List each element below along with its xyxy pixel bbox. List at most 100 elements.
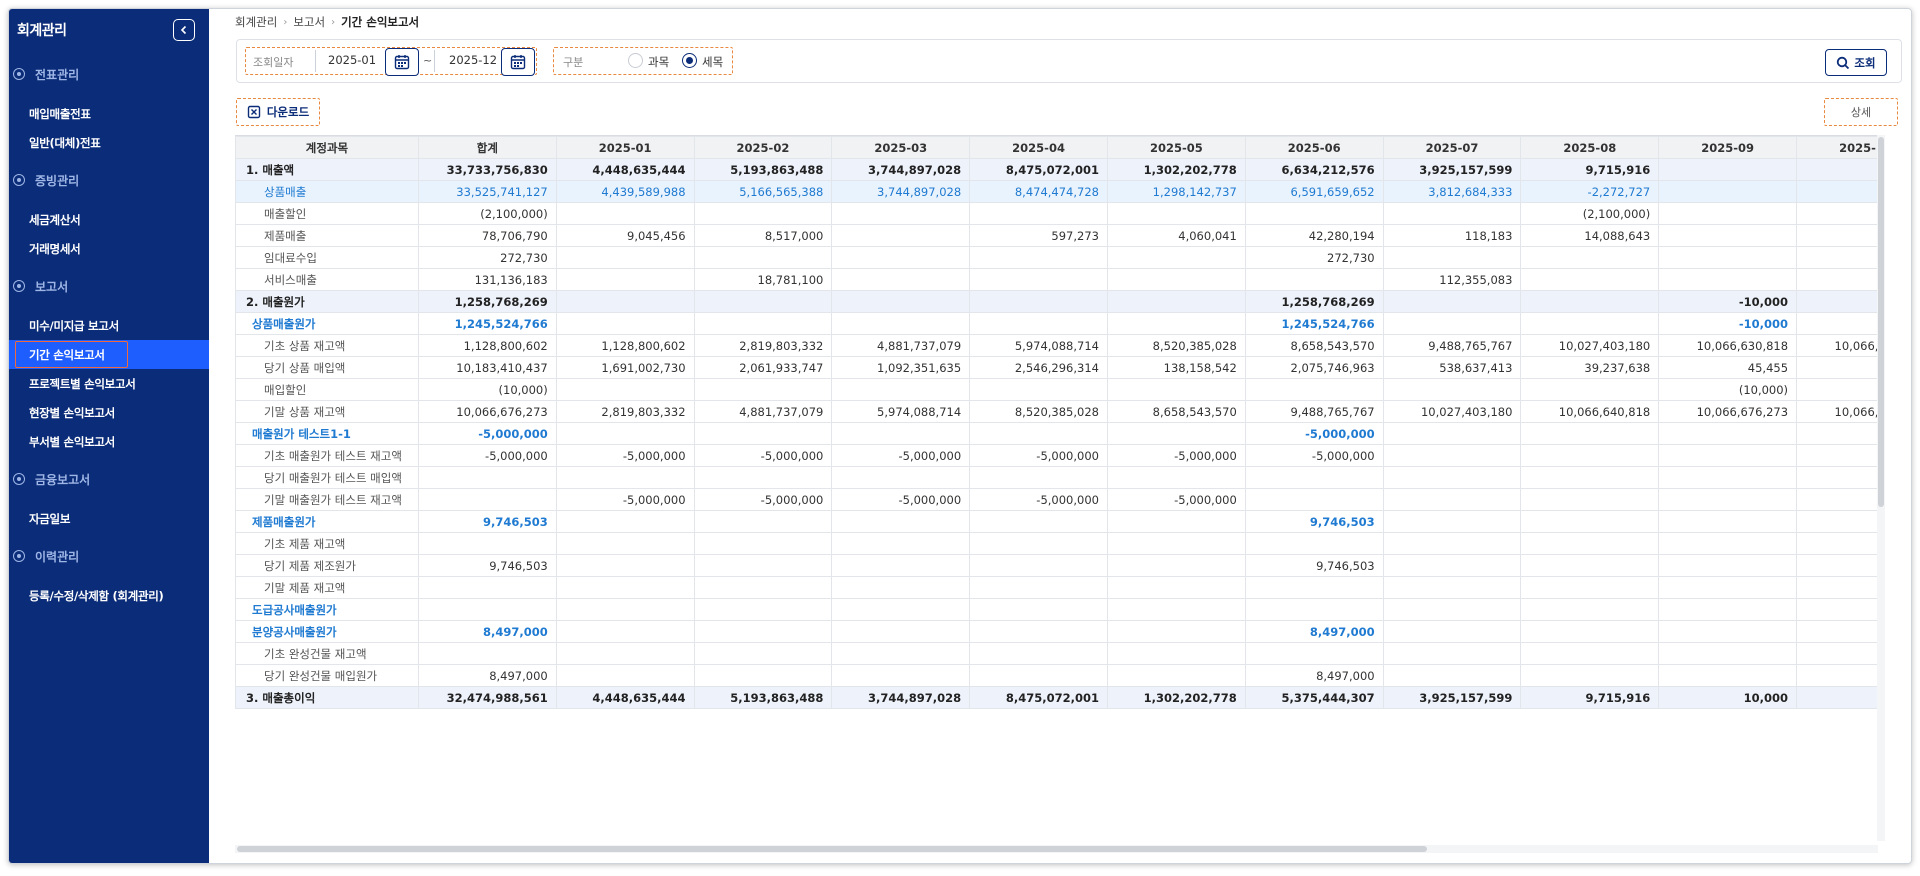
table-row[interactable]: 2. 매출원가 1,258,768,269 1,258,768,269 -10,000	[235, 290, 1878, 313]
table-row[interactable]: 서비스매출 131,136,183 18,781,100 112,355,083	[235, 268, 1878, 291]
amount-cell	[555, 422, 695, 445]
sidebar-item[interactable]: 기간 손익보고서	[9, 340, 209, 369]
sidebar-group[interactable]: 이력관리	[9, 543, 209, 569]
sidebar-item[interactable]: 세금계산서	[9, 205, 209, 234]
radio-item-label[interactable]: 세목	[702, 54, 723, 70]
sidebar-item[interactable]: 미수/미지급 보고서	[9, 311, 209, 340]
amount-cell: 2,819,803,332	[693, 334, 833, 357]
amount-cell	[417, 642, 557, 665]
amount-cell	[693, 642, 833, 665]
column-header[interactable]: 2025-02	[693, 136, 833, 159]
table-row[interactable]: 도급공사매출원가	[235, 598, 1878, 621]
amount-cell: 78,706,790	[417, 224, 557, 247]
table-row[interactable]: 기초 매출원가 테스트 재고액 -5,000,000 -5,000,000 -5,00…	[235, 444, 1878, 467]
table-row[interactable]: 매출원가 테스트1-1 -5,000,000 -5,000,000	[235, 422, 1878, 445]
column-header[interactable]: 2025-07	[1382, 136, 1522, 159]
radio-subject-label[interactable]: 과목	[648, 54, 669, 70]
column-header[interactable]: 2025-04	[969, 136, 1108, 159]
amount-cell	[693, 532, 833, 555]
table-row[interactable]: 매출할인 (2,100,000) (2,100,000)	[235, 202, 1878, 225]
report-table-container[interactable]: 계정과목 합계 2025-01 2025-02 2025-03 2025-04 2025-0…	[235, 135, 1878, 845]
horizontal-scrollbar[interactable]	[235, 845, 1878, 853]
column-header[interactable]: 2025-10	[1796, 136, 1878, 159]
date-from-calendar-button[interactable]	[385, 48, 419, 76]
column-header[interactable]: 2025-05	[1106, 136, 1246, 159]
amount-cell	[1796, 642, 1878, 665]
sidebar-item[interactable]: 부서별 손익보고서	[9, 427, 209, 456]
table-row[interactable]: 임대료수입 272,730 272,730	[235, 246, 1878, 269]
circle-dot-icon	[13, 280, 25, 292]
detail-button[interactable]: 상세	[1824, 98, 1898, 126]
sidebar-item[interactable]: 자금일보	[9, 504, 209, 533]
account-name-cell: 기초 제품 재고액	[235, 532, 419, 555]
sidebar-group[interactable]: 보고서	[9, 273, 209, 299]
breadcrumb-item[interactable]: 보고서	[293, 14, 325, 30]
table-row[interactable]: 매입할인 (10,000) (10,000)	[235, 378, 1878, 401]
amount-cell: 9,746,503	[417, 510, 557, 533]
scrollbar-thumb[interactable]	[237, 846, 1427, 852]
table-row[interactable]: 제품매출원가 9,746,503 9,746,503	[235, 510, 1878, 533]
table-row[interactable]: 기초 제품 재고액	[235, 532, 1878, 555]
sidebar-item[interactable]: 거래명세서	[9, 234, 209, 263]
amount-cell	[1796, 554, 1878, 577]
amount-cell	[831, 598, 971, 621]
table-row[interactable]: 제품매출 78,706,790 9,045,456 8,517,000 597,273 4…	[235, 224, 1878, 247]
radio-subject[interactable]	[628, 53, 643, 68]
sidebar-item[interactable]: 일반(대체)전표	[9, 128, 209, 157]
sidebar-item[interactable]: 프로젝트별 손익보고서	[9, 369, 209, 398]
scrollbar-thumb[interactable]	[1878, 137, 1884, 507]
table-row[interactable]: 1. 매출액 33,733,756,830 4,448,635,444 5,193,8…	[235, 158, 1878, 181]
amount-cell: 10,066,630,818	[1658, 334, 1798, 357]
sidebar-group[interactable]: 전표관리	[9, 61, 209, 87]
table-row[interactable]: 당기 완성건물 매입원가 8,497,000 8,497,000	[235, 664, 1878, 687]
table-row[interactable]: 상품매출원가 1,245,524,766 1,245,524,766 -10,000	[235, 312, 1878, 335]
table-row[interactable]: 기초 완성건물 재고액	[235, 642, 1878, 665]
column-header[interactable]: 합계	[417, 136, 557, 159]
search-button[interactable]: 조회	[1825, 49, 1887, 76]
table-row[interactable]: 상품매출 33,525,741,127 4,439,589,988 5,166,565…	[235, 180, 1878, 203]
sidebar-group-items: 세금계산서 거래명세서	[9, 193, 209, 263]
sidebar-item[interactable]: 등록/수정/삭제함 (회계관리)	[9, 581, 209, 610]
date-to-input[interactable]: 2025-12	[449, 53, 497, 67]
amount-cell: -5,000,000	[831, 488, 971, 511]
table-row[interactable]: 당기 상품 매입액 10,183,410,437 1,691,002,730 2,06…	[235, 356, 1878, 379]
vertical-scrollbar[interactable]	[1877, 135, 1885, 841]
table-row[interactable]: 기초 상품 재고액 1,128,800,602 1,128,800,602 2,819…	[235, 334, 1878, 357]
sidebar-group[interactable]: 금융보고서	[9, 466, 209, 492]
amount-cell: 3,744,897,028	[831, 686, 971, 709]
table-row[interactable]: 분양공사매출원가 8,497,000 8,497,000	[235, 620, 1878, 643]
amount-cell	[831, 466, 971, 489]
search-icon	[1837, 56, 1850, 69]
amount-cell	[1382, 378, 1522, 401]
amount-cell: 9,488,765,767	[1382, 334, 1522, 357]
amount-cell: 10,183,410,437	[417, 356, 557, 379]
table-row[interactable]: 기말 제품 재고액	[235, 576, 1878, 599]
amount-cell	[1106, 664, 1246, 687]
date-to-calendar-button[interactable]	[501, 48, 535, 76]
breadcrumb-item[interactable]: 회계관리	[235, 14, 277, 30]
amount-cell	[693, 598, 833, 621]
radio-item[interactable]	[682, 53, 697, 68]
table-row[interactable]: 당기 매출원가 테스트 매입액	[235, 466, 1878, 489]
table-row[interactable]: 당기 제품 제조원가 9,746,503 9,746,503	[235, 554, 1878, 577]
sidebar-item[interactable]: 매입매출전표	[9, 99, 209, 128]
column-header[interactable]: 2025-03	[831, 136, 971, 159]
sidebar-item[interactable]: 현장별 손익보고서	[9, 398, 209, 427]
table-row[interactable]: 3. 매출총이익 32,474,988,561 4,448,635,444 5,193…	[235, 686, 1878, 709]
column-header[interactable]: 계정과목	[235, 136, 419, 159]
column-header[interactable]: 2025-01	[555, 136, 695, 159]
column-header[interactable]: 2025-06	[1244, 136, 1384, 159]
column-header[interactable]: 2025-09	[1658, 136, 1798, 159]
table-row[interactable]: 기말 매출원가 테스트 재고액 -5,000,000 -5,000,000 -5,00…	[235, 488, 1878, 511]
sidebar-collapse-button[interactable]	[173, 19, 195, 41]
amount-cell: 272,730	[417, 246, 557, 269]
sidebar-group[interactable]: 증빙관리	[9, 167, 209, 193]
column-header[interactable]: 2025-08	[1520, 136, 1660, 159]
download-button[interactable]: 다운로드	[236, 98, 320, 126]
amount-cell	[1106, 620, 1246, 643]
amount-cell	[1106, 268, 1246, 291]
amount-cell	[1658, 642, 1798, 665]
table-row[interactable]: 기말 상품 재고액 10,066,676,273 2,819,803,332 4,88…	[235, 400, 1878, 423]
amount-cell: (2,100,000)	[417, 202, 557, 225]
date-from-input[interactable]: 2025-01	[328, 53, 376, 67]
